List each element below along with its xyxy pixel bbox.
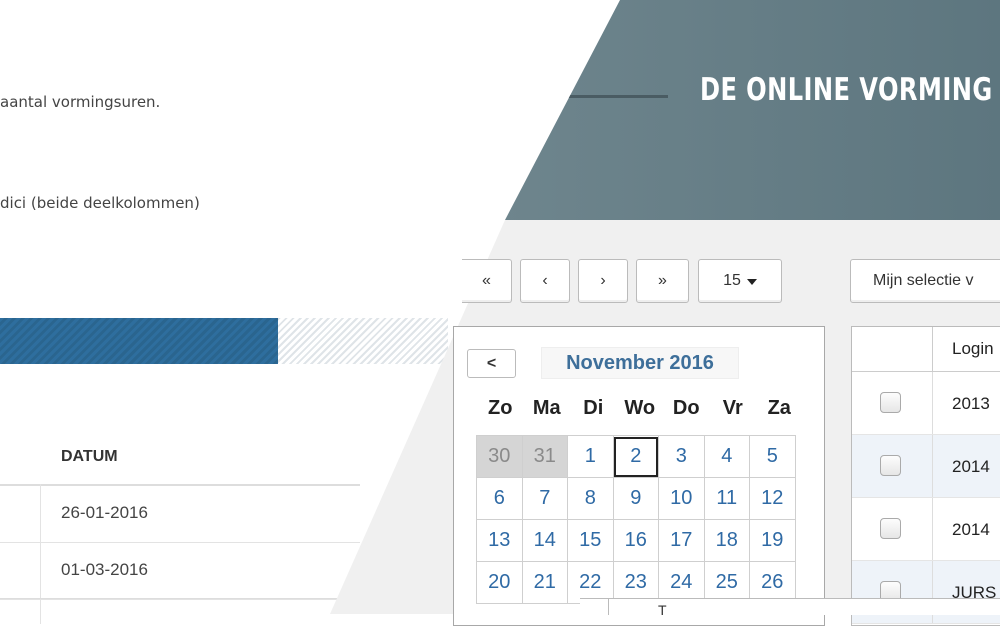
caret-down-icon	[746, 279, 757, 285]
login-cell: 2014	[952, 457, 990, 476]
banner-title: DE ONLINE VORMING	[700, 72, 993, 108]
banner-rule	[565, 95, 668, 98]
page-size-dropdown[interactable]: 15	[698, 259, 782, 303]
column-divider	[932, 435, 933, 497]
table-row[interactable]: 2014	[852, 435, 1000, 498]
calendar-day[interactable]: 4	[703, 435, 750, 478]
intro-text-line-1: aantal vormingsuren.	[0, 93, 161, 111]
login-cell: 2013	[952, 394, 990, 413]
my-selection-button[interactable]: Mijn selectie v	[850, 259, 1000, 303]
dates-table: DATUM 26-01-2016 01-03-2016	[0, 428, 360, 624]
weekday-label: Wo	[624, 397, 656, 419]
calendar-day[interactable]: 9	[612, 477, 659, 520]
first-page-button[interactable]: «	[462, 259, 512, 303]
calendar-day[interactable]: 8	[567, 477, 614, 520]
intro-text-line-2: dici (beide deelkolommen)	[0, 194, 200, 212]
bottom-toolbar: T	[580, 598, 1000, 618]
table-row: 01-03-2016	[0, 543, 360, 600]
calendar-day[interactable]: 17	[658, 519, 705, 562]
weekday-label: Za	[767, 397, 791, 419]
calendar-month-title[interactable]: November 2016	[541, 347, 739, 379]
calendar-day-selected[interactable]: 2	[612, 435, 659, 478]
column-divider	[932, 372, 933, 434]
datepicker-calendar: < November 2016 Zo Ma Di Wo Do Vr Za 30 …	[453, 326, 825, 626]
calendar-week: 13 14 15 16 17 18 19	[476, 519, 796, 562]
calendar-week: 30 31 1 2 3 4 5	[476, 435, 796, 478]
calendar-day[interactable]: 1	[567, 435, 614, 478]
progress-bar	[0, 318, 448, 364]
calendar-day[interactable]: 30	[476, 435, 523, 478]
column-header-datum: DATUM	[61, 448, 118, 465]
calendar-day[interactable]: 20	[476, 561, 523, 604]
calendar-week: 6 7 8 9 10 11 12	[476, 477, 796, 520]
page-size-value: 15	[723, 272, 741, 289]
weekday-label: Vr	[722, 397, 743, 419]
calendar-day[interactable]: 11	[703, 477, 750, 520]
login-cell: 2014	[952, 520, 990, 539]
row-checkbox[interactable]	[880, 518, 901, 539]
previous-month-button[interactable]: <	[467, 349, 516, 378]
calendar-day[interactable]: 5	[749, 435, 796, 478]
column-header-login[interactable]: Login	[952, 339, 994, 359]
table-row: 26-01-2016	[0, 486, 360, 543]
progress-bar-track	[277, 318, 448, 364]
calendar-day[interactable]: 13	[476, 519, 523, 562]
progress-bar-fill	[0, 318, 278, 364]
next-page-button[interactable]: ›	[578, 259, 628, 303]
results-table: Login 2013 2014 2014 JURS	[851, 326, 1000, 626]
column-divider	[40, 484, 41, 624]
weekday-label: Ma	[532, 397, 561, 419]
table-row[interactable]: 2014	[852, 498, 1000, 561]
weekday-header: Zo Ma Di Wo Do Vr Za	[477, 397, 803, 420]
weekday-label: Di	[583, 397, 604, 419]
previous-page-button[interactable]: ‹	[520, 259, 570, 303]
calendar-day[interactable]: 10	[658, 477, 705, 520]
calendar-day[interactable]: 15	[567, 519, 614, 562]
table-row[interactable]: 2013	[852, 372, 1000, 435]
last-page-button[interactable]: »	[636, 259, 689, 303]
chevron-left-icon: <	[486, 354, 497, 372]
row-checkbox[interactable]	[880, 392, 901, 413]
weekday-label: Zo	[488, 397, 513, 419]
date-cell: 26-01-2016	[61, 503, 148, 522]
calendar-day[interactable]: 21	[521, 561, 568, 604]
divider	[608, 599, 609, 615]
calendar-day[interactable]: 18	[703, 519, 750, 562]
weekday-label: Do	[672, 397, 700, 419]
calendar-day[interactable]: 12	[749, 477, 796, 520]
dates-table-header: DATUM	[0, 428, 360, 486]
bottom-label: T	[658, 602, 667, 618]
calendar-day-grid: 30 31 1 2 3 4 5 6 7 8 9 10 11 12 13 14 1…	[476, 435, 796, 604]
column-divider	[932, 327, 933, 371]
calendar-day[interactable]: 19	[749, 519, 796, 562]
calendar-day[interactable]: 16	[612, 519, 659, 562]
calendar-day[interactable]: 3	[658, 435, 705, 478]
calendar-day[interactable]: 7	[521, 477, 568, 520]
row-checkbox[interactable]	[880, 455, 901, 476]
calendar-day[interactable]: 6	[476, 477, 523, 520]
date-cell: 01-03-2016	[61, 560, 148, 579]
results-table-header: Login	[852, 327, 1000, 372]
calendar-day[interactable]: 31	[521, 435, 568, 478]
column-divider	[932, 498, 933, 560]
calendar-day[interactable]: 14	[521, 519, 568, 562]
